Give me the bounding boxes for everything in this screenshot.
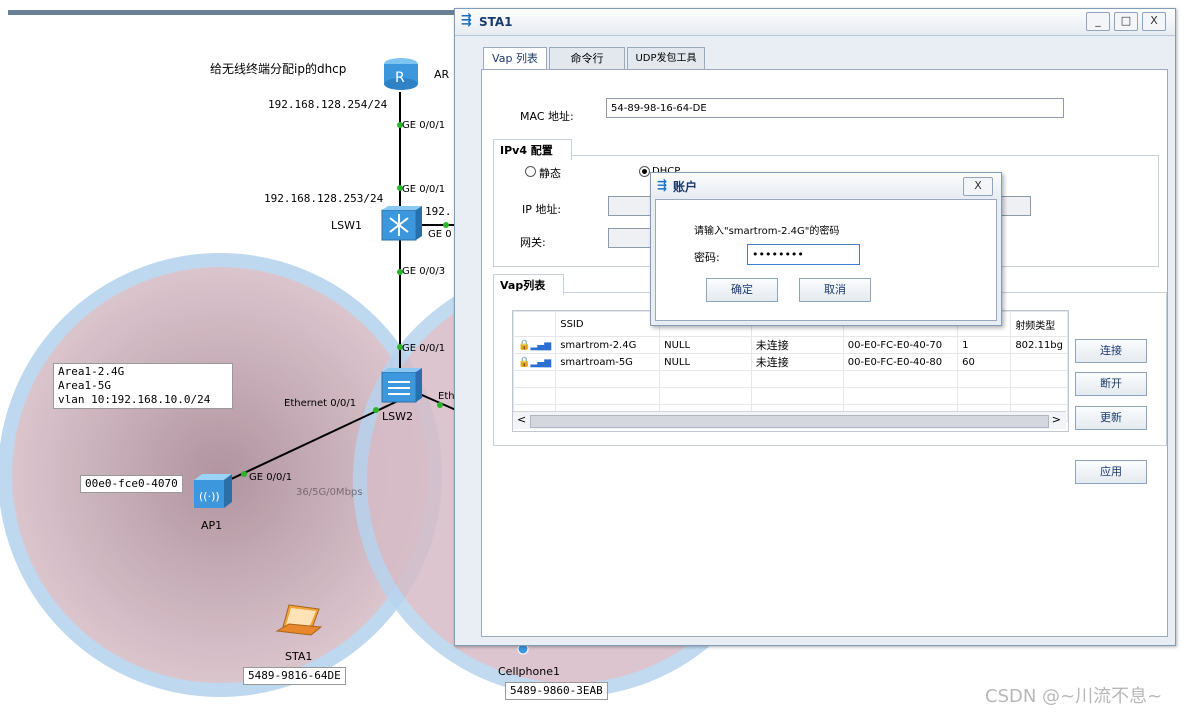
lsw1-down-port-label: GE 0/0/3: [402, 266, 446, 277]
ip-field-tail[interactable]: [1001, 196, 1031, 216]
switch-lsw1-icon[interactable]: [378, 206, 422, 244]
row-status: 未连接: [750, 336, 844, 354]
tab-command-line[interactable]: 命令行: [549, 47, 625, 69]
dhcp-note: 给无线终端分配ip的dhcp: [210, 62, 347, 76]
switch-lsw2-icon[interactable]: [378, 368, 422, 406]
area-note-box: Area1-2.4G Area1-5G vlan 10:192.168.10.0…: [53, 363, 233, 409]
password-input[interactable]: ••••••••: [747, 244, 860, 265]
vap-group-title: Vap列表: [493, 274, 565, 295]
refresh-button[interactable]: 更新: [1075, 406, 1147, 430]
dhcp-radio[interactable]: [639, 166, 650, 177]
horizontal-scrollbar[interactable]: < >: [513, 411, 1066, 429]
password-label: 密码:: [694, 251, 720, 264]
ip-field[interactable]: [608, 196, 656, 216]
close-button[interactable]: X: [1142, 12, 1166, 31]
table-row[interactable]: 🔒▂▄▆ smartrom-2.4G NULL 未连接 00-E0-FC-E0-…: [513, 336, 1068, 354]
row-radio: [1010, 353, 1068, 371]
vap-table: SSID 射频类型 🔒▂▄▆ smartrom-2.4G NULL 未连接 00…: [513, 311, 1068, 422]
scroll-left-icon[interactable]: <: [517, 413, 526, 426]
access-point-icon[interactable]: ((·)): [190, 470, 234, 512]
dialog-title: 账户: [673, 180, 698, 194]
top-scrollbar: [8, 10, 454, 15]
lsw1-up-port-label: GE 0/0/1: [402, 184, 446, 195]
password-prompt: 请输入"smartrom-2.4G"的密码: [694, 226, 840, 237]
scroll-right-icon[interactable]: >: [1052, 413, 1061, 426]
account-dialog: ⇶ 账户 X 请输入"smartrom-2.4G"的密码 密码: •••••••…: [650, 172, 1002, 326]
col-ssid: SSID: [555, 311, 661, 337]
lsw2-left-port-label: Ethernet 0/0/1: [284, 398, 357, 409]
table-row[interactable]: 🔒▂▄▆ smartroam-5G NULL 未连接 00-E0-FC-E0-4…: [513, 353, 1068, 371]
dialog-close-button[interactable]: X: [963, 177, 993, 196]
ap1-label: AP1: [201, 519, 223, 532]
lsw2-right-port-label: Eth: [438, 391, 455, 402]
link-speed-label: 36/5G/0Mbps: [296, 487, 363, 498]
maximize-button[interactable]: □: [1114, 12, 1138, 31]
static-radio[interactable]: [525, 166, 536, 177]
cancel-button[interactable]: 取消: [799, 278, 871, 302]
gateway-field[interactable]: [608, 228, 656, 248]
lsw1-ip2-label: 192.: [425, 205, 452, 218]
svg-text:((·)): ((·)): [199, 490, 220, 503]
tab-vap-list[interactable]: Vap 列表: [483, 47, 547, 70]
scroll-thumb[interactable]: [530, 415, 1049, 428]
ar-port-label: GE 0/0/1: [402, 120, 446, 131]
lsw2-label: LSW2: [382, 410, 413, 423]
col-radio: 射频类型: [1010, 311, 1068, 337]
cellphone-label: Cellphone1: [498, 665, 560, 678]
row-bssid: 00-E0-FC-E0-40-70: [842, 336, 959, 354]
apply-button[interactable]: 应用: [1075, 460, 1147, 484]
col-icon: [513, 311, 557, 337]
ar-ip-label: 192.168.128.254/24: [268, 98, 388, 111]
row-channel: 1: [957, 336, 1012, 354]
static-label: 静态: [539, 167, 561, 180]
sta1-window: ⇶ STA1 _ □ X Vap 列表 命令行 UDP发包工具 MAC 地址: …: [454, 8, 1176, 646]
gateway-label: 网关:: [520, 236, 546, 249]
window-titlebar[interactable]: ⇶ STA1 _ □ X: [455, 9, 1175, 36]
ok-button[interactable]: 确定: [706, 278, 778, 302]
sta1-label: STA1: [285, 650, 313, 663]
row-bssid: 00-E0-FC-E0-40-80: [842, 353, 959, 371]
window-title: STA1: [479, 15, 513, 29]
mac-label: MAC 地址:: [520, 110, 574, 123]
ar-label: AR: [434, 68, 450, 81]
sta1-mac-box: 5489-9816-64DE: [243, 667, 346, 685]
row-security: NULL: [659, 353, 752, 371]
minimize-button[interactable]: _: [1086, 12, 1110, 31]
ipv4-group-title: IPv4 配置: [493, 139, 572, 160]
row-radio: 802.11bg: [1010, 336, 1068, 354]
ap1-port-label: GE 0/0/1: [249, 472, 293, 483]
row-channel: 60: [957, 353, 1012, 371]
row-status: 未连接: [750, 353, 844, 371]
watermark-text: CSDN @~川流不息~: [985, 686, 1163, 707]
connect-button[interactable]: 连接: [1075, 339, 1147, 363]
dialog-body: 请输入"smartrom-2.4G"的密码 密码: •••••••• 确定 取消: [655, 199, 997, 321]
ip-label: IP 地址:: [522, 203, 562, 216]
ap1-mac-box: 00e0-fce0-4070: [80, 475, 183, 493]
disconnect-button[interactable]: 断开: [1075, 372, 1147, 396]
table-row: [513, 370, 1068, 388]
dialog-titlebar[interactable]: ⇶ 账户 X: [651, 173, 1001, 198]
router-icon[interactable]: R: [381, 55, 421, 95]
window-logo-icon: ⇶: [461, 13, 472, 28]
mac-field[interactable]: 54-89-98-16-64-DE: [606, 98, 1064, 118]
lsw1-ip-label: 192.168.128.253/24: [264, 192, 384, 205]
row-ssid: smartrom-2.4G: [555, 336, 661, 354]
lock-signal-icon: 🔒▂▄▆: [513, 336, 557, 354]
row-security: NULL: [659, 336, 752, 354]
lsw1-label: LSW1: [331, 219, 362, 232]
tab-udp-tool[interactable]: UDP发包工具: [627, 47, 705, 69]
lsw1-right-port-label: GE 0: [428, 229, 452, 240]
lsw2-up-port-label: GE 0/0/1: [402, 343, 446, 354]
vap-table-container: SSID 射频类型 🔒▂▄▆ smartrom-2.4G NULL 未连接 00…: [512, 310, 1069, 432]
svg-text:R: R: [395, 70, 405, 86]
lock-signal-icon: 🔒▂▄▆: [513, 353, 557, 371]
laptop-icon[interactable]: [275, 603, 325, 643]
cellphone-mac-box: 5489-9860-3EAB: [505, 682, 608, 700]
dialog-logo-icon: ⇶: [657, 178, 668, 192]
vap-panel: MAC 地址: 54-89-98-16-64-DE IPv4 配置 静态 DHC…: [481, 69, 1168, 637]
row-ssid: smartroam-5G: [555, 353, 661, 371]
table-row: [513, 387, 1068, 405]
